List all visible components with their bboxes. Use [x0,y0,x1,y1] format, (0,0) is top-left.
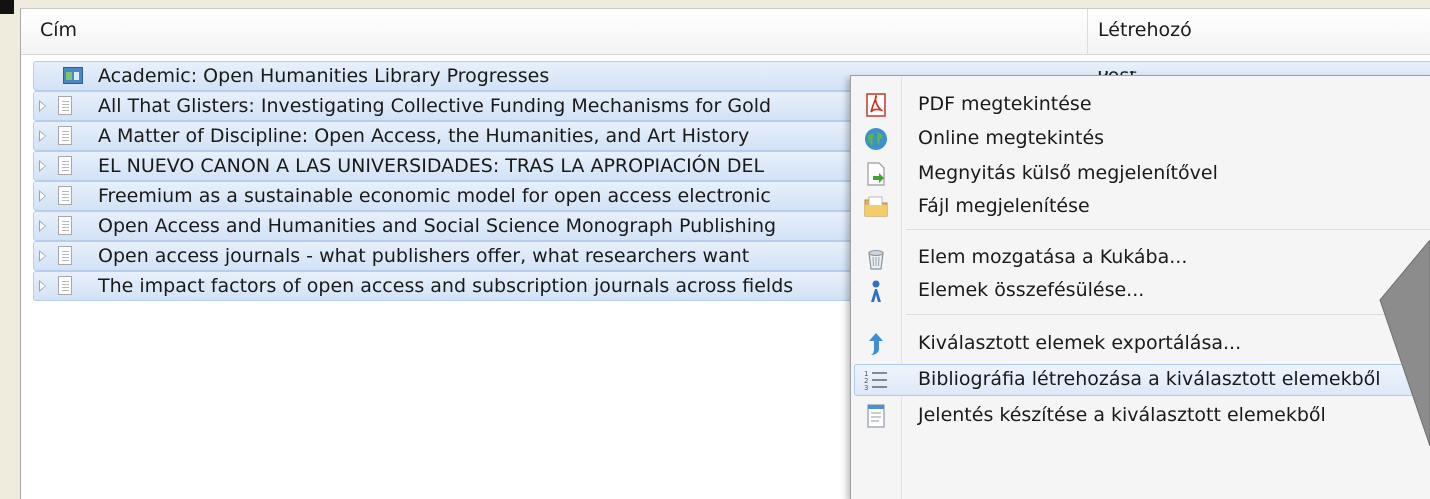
menu-separator [906,314,1430,315]
menu-item-view-pdf[interactable]: PDF megtekintése [851,89,1430,121]
context-menu: PDF megtekintése Online megtekintés Megn… [850,75,1430,499]
menu-item-show-file[interactable]: Fájl megjelenítése [851,191,1430,223]
pdf-icon [866,93,886,117]
expand-twisty-icon[interactable] [39,220,46,232]
item-title: EL NUEVO CANON A LAS UNIVERSIDADES: TRAS… [98,155,765,177]
folder-icon [864,196,888,217]
export-icon [869,333,883,355]
open-external-icon [867,162,885,186]
document-icon [58,126,72,145]
menu-item-view-online[interactable]: Online megtekintés [851,123,1430,155]
item-title: A Matter of Discipline: Open Access, the… [98,125,750,147]
report-icon [867,404,885,428]
menu-item-label: Elem mozgatása a Kukába... [918,246,1188,268]
column-header-bar: Cím Létrehozó [21,9,1430,55]
menu-item-label: Jelentés készítése a kiválasztott elemek… [918,404,1326,426]
menu-item-open-external[interactable]: Megnyitás külső megjelenítővel [851,158,1430,190]
expand-twisty-icon[interactable] [39,280,46,292]
document-icon [58,246,72,265]
document-icon [58,216,72,235]
menu-item-create-report[interactable]: Jelentés készítése a kiválasztott elemek… [851,400,1430,432]
menu-item-label: PDF megtekintése [918,93,1092,115]
item-title: Open access journals - what publishers o… [98,245,750,267]
menu-item-label: Kiválasztott elemek exportálása... [918,332,1242,354]
menu-item-label: Online megtekintés [918,127,1105,149]
item-title: The impact factors of open access and su… [98,275,794,297]
column-header-title[interactable]: Cím [40,19,77,41]
menu-item-export-selected[interactable]: Kiválasztott elemek exportálása... [851,328,1430,360]
item-title: Open Access and Humanities and Social Sc… [98,215,777,237]
menu-separator [906,229,1430,230]
window-corner [0,0,14,14]
merge-icon [871,280,881,302]
globe-icon [865,128,887,150]
item-title: Academic: Open Humanities Library Progre… [98,65,550,87]
column-header-creator[interactable]: Létrehozó [1098,19,1192,41]
menu-item-move-to-trash[interactable]: Elem mozgatása a Kukába... [851,242,1430,274]
document-icon [58,276,72,295]
menu-item-create-bibliography[interactable]: 1 2 3 Bibliográfia létrehozása a kiválas… [851,364,1430,396]
expand-twisty-icon[interactable] [39,130,46,142]
menu-item-label: Elemek összefésülése... [918,279,1145,301]
document-icon [58,96,72,115]
bibliography-icon: 1 2 3 [864,370,887,392]
document-icon [58,156,72,175]
menu-item-label: Megnyitás külső megjelenítővel [918,162,1218,184]
decorative-triangle-shape [1379,240,1430,446]
svg-text:3: 3 [864,384,868,392]
expand-twisty-icon[interactable] [39,160,46,172]
expand-twisty-icon[interactable] [39,100,46,112]
webpage-icon [63,67,83,84]
expand-twisty-icon[interactable] [39,250,46,262]
menu-item-merge-items[interactable]: Elemek összefésülése... [851,275,1430,307]
column-separator[interactable] [1087,9,1088,54]
menu-item-label: Fájl megjelenítése [918,195,1090,217]
item-title: All That Glisters: Investigating Collect… [98,95,772,117]
expand-twisty-icon[interactable] [39,190,46,202]
trash-icon [868,250,884,270]
menu-item-label: Bibliográfia létrehozása a kiválasztott … [918,368,1381,390]
item-title: Freemium as a sustainable economic model… [98,185,771,207]
document-icon [58,186,72,205]
